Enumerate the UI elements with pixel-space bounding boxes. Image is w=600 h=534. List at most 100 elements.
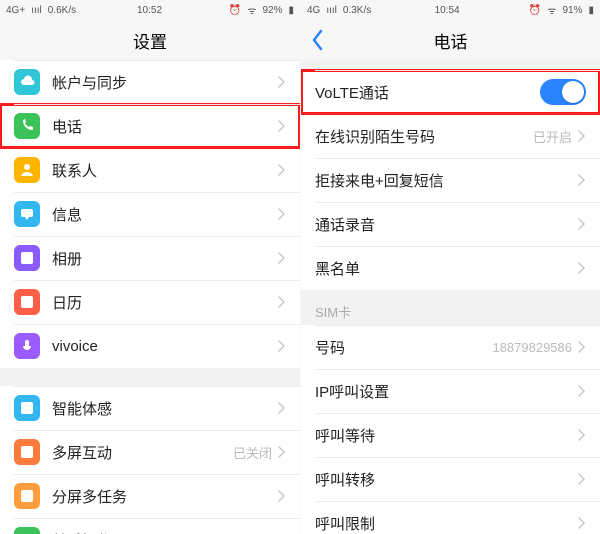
navbar: 电话 <box>301 20 600 60</box>
chevron-icon <box>578 130 586 142</box>
row-label: 智能体感 <box>52 398 278 419</box>
chevron-icon <box>578 385 586 397</box>
volte-label: VoLTE通话 <box>315 82 540 103</box>
settings-row-cloud[interactable]: 帐户与同步 <box>0 60 300 104</box>
settings-row-multi[interactable]: 多屏互动已关闭 <box>0 430 300 474</box>
row-label: 黑名单 <box>315 258 578 279</box>
row-label: 多屏互动 <box>52 442 233 463</box>
chevron-icon <box>578 174 586 186</box>
row-label: 帐户与同步 <box>52 72 278 93</box>
sense-icon <box>14 395 40 421</box>
chevron-icon <box>278 402 286 414</box>
settings-row-phone[interactable]: 电话 <box>0 104 300 148</box>
page-title: 电话 <box>434 28 468 53</box>
row-label: 在线识别陌生号码 <box>315 126 533 147</box>
volte-row[interactable]: VoLTE通话 <box>301 70 600 114</box>
row-label: 信息 <box>52 204 278 225</box>
row-label: 电话 <box>52 116 278 137</box>
chevron-icon <box>278 208 286 220</box>
settings-row-voice[interactable]: vivoice <box>0 324 300 368</box>
chevron-icon <box>578 517 586 529</box>
chevron-icon <box>578 429 586 441</box>
phone-row[interactable]: IP呼叫设置 <box>301 369 600 413</box>
wifi-icon: ᯤ <box>247 3 256 17</box>
phone-row[interactable]: 通话录音 <box>301 202 600 246</box>
row-label: 呼叫限制 <box>315 513 578 534</box>
phone-settings-screen: 4G ıııl 0.3K/s 10:54 ⏰ ᯤ 91% ▮ 电话 VoLTE通… <box>300 0 600 534</box>
row-label: 单手操作 <box>52 530 278 534</box>
row-label: 通话录音 <box>315 214 578 235</box>
settings-row-sense[interactable]: 智能体感 <box>0 386 300 430</box>
chevron-icon <box>578 341 586 353</box>
back-button[interactable] <box>311 20 325 60</box>
chevron-icon <box>278 490 286 502</box>
clock: 10:52 <box>137 5 162 16</box>
net-speed: 0.3K/s <box>343 5 371 16</box>
battery-pct: 91% <box>562 5 582 16</box>
settings-screen: 4G+ ıııl 0.6K/s 10:52 ⏰ ᯤ 92% ▮ 设置 帐户与同步… <box>0 0 300 534</box>
chevron-icon <box>578 473 586 485</box>
page-title: 设置 <box>133 28 167 53</box>
net-speed: 0.6K/s <box>48 5 76 16</box>
row-value: 18879829586 <box>492 340 572 355</box>
net-label: 4G <box>307 5 320 16</box>
phone-row[interactable]: 呼叫转移 <box>301 457 600 501</box>
settings-row-album[interactable]: 相册 <box>0 236 300 280</box>
wifi-icon: ᯤ <box>547 3 556 17</box>
album-icon <box>14 245 40 271</box>
settings-row-split[interactable]: 分屏多任务 <box>0 474 300 518</box>
alarm-icon: ⏰ <box>529 5 541 16</box>
battery-pct: 92% <box>262 5 282 16</box>
settings-list: 帐户与同步电话联系人信息相册日历vivoice智能体感多屏互动已关闭分屏多任务单… <box>0 60 300 534</box>
row-label: vivoice <box>52 338 278 355</box>
phone-row[interactable]: 呼叫限制 <box>301 501 600 534</box>
settings-row-calendar[interactable]: 日历 <box>0 280 300 324</box>
multi-icon <box>14 439 40 465</box>
chevron-icon <box>578 218 586 230</box>
row-label: 拒接来电+回复短信 <box>315 170 578 191</box>
settings-row-message[interactable]: 信息 <box>0 192 300 236</box>
phone-row[interactable]: 拒接来电+回复短信 <box>301 158 600 202</box>
signal-icon: ıııl <box>326 5 337 16</box>
phone-row[interactable]: 号码18879829586 <box>301 325 600 369</box>
battery-icon: ▮ <box>289 5 295 16</box>
phone-row[interactable]: 呼叫等待 <box>301 413 600 457</box>
phone-icon <box>14 113 40 139</box>
chevron-icon <box>278 120 286 132</box>
row-label: 呼叫转移 <box>315 469 578 490</box>
status-bar: 4G ıııl 0.3K/s 10:54 ⏰ ᯤ 91% ▮ <box>301 0 600 20</box>
onehand-icon <box>14 527 40 534</box>
chevron-icon <box>278 76 286 88</box>
phone-row[interactable]: 黑名单 <box>301 246 600 290</box>
net-label: 4G+ <box>6 5 25 16</box>
message-icon <box>14 201 40 227</box>
row-value: 已关闭 <box>233 443 272 462</box>
chevron-icon <box>578 262 586 274</box>
navbar: 设置 <box>0 20 300 60</box>
volte-toggle[interactable] <box>540 79 586 105</box>
cloud-icon <box>14 69 40 95</box>
row-label: IP呼叫设置 <box>315 381 578 402</box>
row-value: 已开启 <box>533 127 572 146</box>
row-label: 联系人 <box>52 160 278 181</box>
sim-section-label: SIM卡 <box>301 290 600 325</box>
battery-icon: ▮ <box>589 5 595 16</box>
row-label: 呼叫等待 <box>315 425 578 446</box>
row-label: 相册 <box>52 248 278 269</box>
chevron-icon <box>278 252 286 264</box>
settings-row-contact[interactable]: 联系人 <box>0 148 300 192</box>
chevron-icon <box>278 164 286 176</box>
status-bar: 4G+ ıııl 0.6K/s 10:52 ⏰ ᯤ 92% ▮ <box>0 0 300 20</box>
calendar-icon <box>14 289 40 315</box>
contact-icon <box>14 157 40 183</box>
row-label: 号码 <box>315 337 492 358</box>
chevron-icon <box>278 446 286 458</box>
split-icon <box>14 483 40 509</box>
chevron-icon <box>278 296 286 308</box>
clock: 10:54 <box>435 5 460 16</box>
settings-row-onehand[interactable]: 单手操作 <box>0 518 300 534</box>
chevron-icon <box>278 340 286 352</box>
phone-row[interactable]: 在线识别陌生号码已开启 <box>301 114 600 158</box>
signal-icon: ıııl <box>31 5 42 16</box>
alarm-icon: ⏰ <box>229 5 241 16</box>
